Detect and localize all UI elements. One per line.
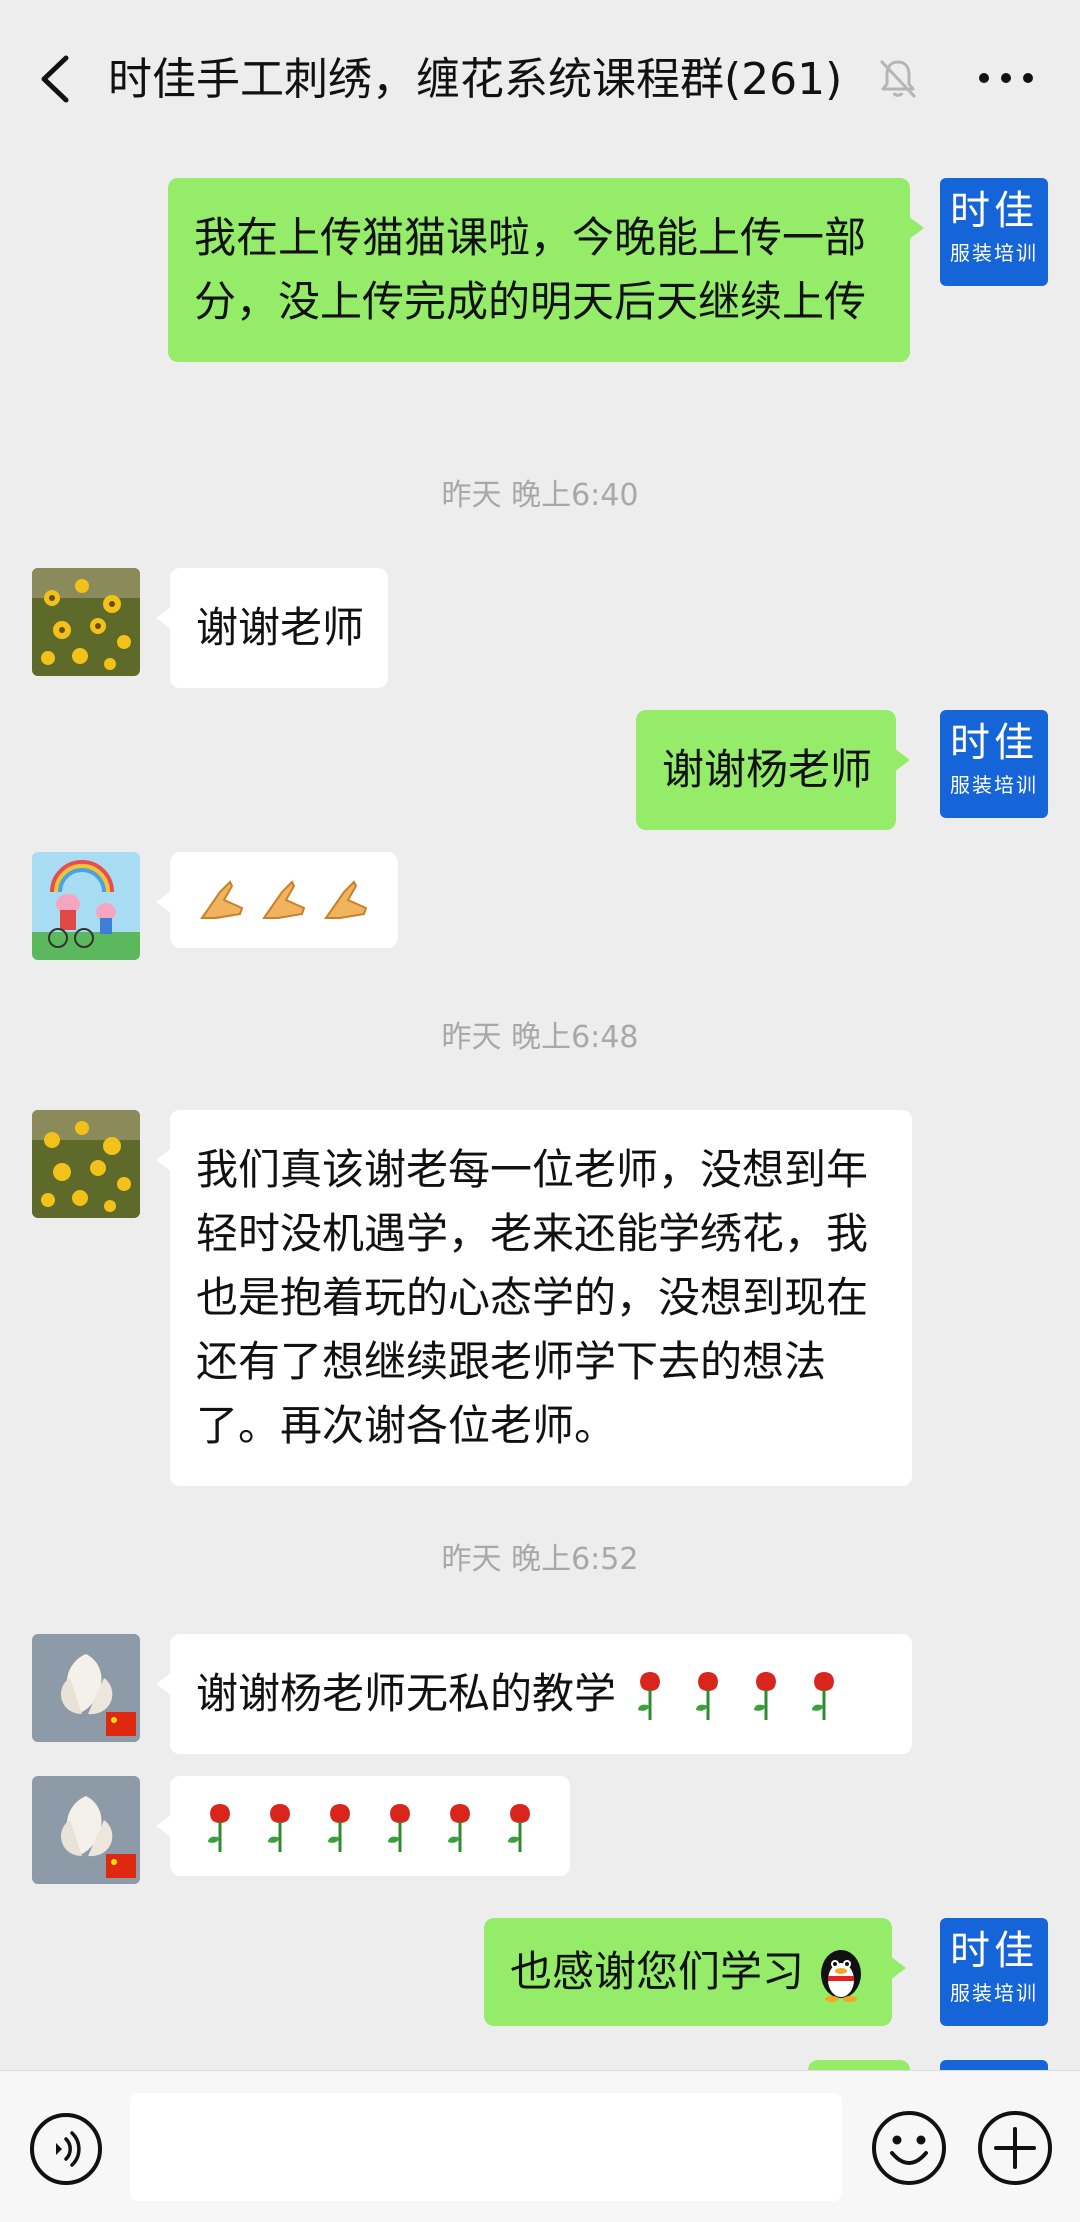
text-with-emoji-row: 谢谢杨老师无私的教学 — [196, 1662, 888, 1726]
timestamp: 昨天 晚上6:48 — [441, 1020, 639, 1055]
message-bubble-other[interactable] — [156, 1776, 570, 1876]
self-avatar[interactable]: 时佳 服装培训 — [940, 178, 1048, 286]
rose-icon — [388, 1804, 410, 1852]
member-avatar-cartoon[interactable] — [32, 852, 140, 960]
rose-icon — [508, 1804, 530, 1852]
back-arrow-icon[interactable] — [36, 52, 76, 106]
emoji-row — [196, 874, 372, 926]
self-avatar[interactable]: 时佳 服装培训 — [940, 1918, 1048, 2026]
more-options-icon[interactable] — [976, 56, 1036, 100]
message-bubble-self[interactable]: 谢谢杨老师 — [636, 710, 911, 830]
avatar-subtitle-text: 服装培训 — [950, 773, 1038, 797]
penguin-emoji-icon — [821, 1950, 862, 2002]
praying-hands-icon — [262, 880, 306, 919]
self-avatar-partial[interactable] — [940, 2060, 1048, 2070]
emoji-icon[interactable] — [870, 2109, 948, 2187]
avatar-subtitle-text: 服装培训 — [950, 241, 1038, 265]
rose-icon — [208, 1804, 230, 1852]
member-avatar-magnolia[interactable] — [32, 1634, 140, 1742]
message-text: 我们真该谢老每一位老师，没想到年轻时没机遇学，老来还能学绣花，我也是抱着玩的心态… — [196, 1145, 869, 1450]
avatar-name-text: 时佳 — [950, 1928, 1038, 1974]
text-with-emoji-row: 也感谢您们学习 — [510, 1940, 868, 2004]
message-text: 也感谢您们学习 — [510, 1947, 805, 1996]
input-bar — [0, 2070, 1080, 2222]
self-avatar[interactable]: 时佳 服装培训 — [940, 710, 1048, 818]
timestamp: 昨天 晚上6:52 — [441, 1542, 639, 1577]
message-bubble-other[interactable]: 谢谢杨老师无私的教学 — [156, 1634, 912, 1754]
rose-icon — [268, 1804, 290, 1852]
avatar-name-text: 时佳 — [950, 188, 1038, 234]
chat-title: 时佳手工刺绣，缠花系统课程群(261) — [108, 54, 843, 105]
member-avatar-flowers[interactable] — [32, 568, 140, 676]
rose-icon — [696, 1672, 718, 1720]
rose-icon — [448, 1804, 470, 1852]
message-bubble-other[interactable] — [156, 852, 398, 948]
message-bubble-other[interactable]: 我们真该谢老每一位老师，没想到年轻时没机遇学，老来还能学绣花，我也是抱着玩的心态… — [156, 1110, 912, 1486]
praying-hands-icon — [324, 880, 368, 919]
rose-icon — [812, 1672, 834, 1720]
message-text: 我在上传猫猫课啦，今晚能上传一部分，没上传完成的明天后天继续上传 — [194, 213, 867, 326]
mute-bell-icon — [880, 60, 916, 98]
rose-icon — [638, 1672, 660, 1720]
message-input[interactable] — [130, 2093, 842, 2201]
rose-icon — [754, 1672, 776, 1720]
member-avatar-magnolia[interactable] — [32, 1776, 140, 1884]
message-bubble-self[interactable]: 我在上传猫猫课啦，今晚能上传一部分，没上传完成的明天后天继续上传 — [168, 178, 924, 362]
message-text: 谢谢杨老师 — [662, 745, 873, 794]
message-text: 谢谢老师 — [196, 603, 365, 652]
voice-icon[interactable] — [28, 2111, 104, 2187]
message-text: 谢谢杨老师无私的教学 — [196, 1669, 617, 1718]
chat-header: 时佳手工刺绣，缠花系统课程群(261) — [0, 0, 1080, 150]
avatar-name-text: 时佳 — [950, 720, 1038, 766]
emoji-row — [196, 1798, 544, 1854]
message-bubble-self[interactable]: 也感谢您们学习 — [484, 1918, 907, 2026]
member-avatar-flowers[interactable] — [32, 1110, 140, 1218]
rose-icon — [328, 1804, 350, 1852]
plus-icon[interactable] — [976, 2109, 1054, 2187]
message-list[interactable]: 我在上传猫猫课啦，今晚能上传一部分，没上传完成的明天后天继续上传 时佳 服装培训… — [0, 150, 1080, 2070]
timestamp: 昨天 晚上6:40 — [441, 478, 639, 513]
praying-hands-icon — [200, 880, 244, 919]
message-bubble-other[interactable]: 谢谢老师 — [155, 568, 389, 688]
avatar-subtitle-text: 服装培训 — [950, 1981, 1038, 2005]
message-bubble-self-partial[interactable] — [808, 2060, 910, 2070]
